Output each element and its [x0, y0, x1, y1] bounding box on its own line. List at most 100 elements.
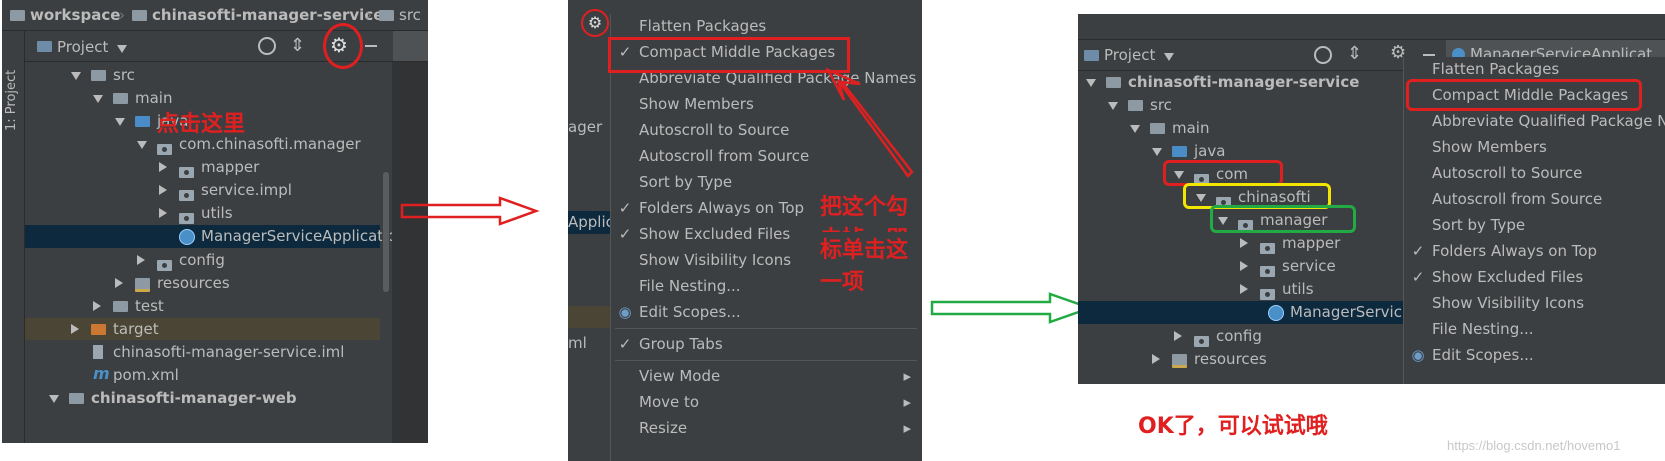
tree-node-resources[interactable]: resources [1078, 348, 1403, 370]
tree-node-src[interactable]: src [1078, 94, 1403, 116]
excluded-folder-icon [91, 324, 106, 335]
tree-node-service-impl[interactable]: service.impl [25, 179, 380, 201]
locate-icon[interactable] [1314, 46, 1332, 64]
middle-ide-screenshot: ager Applic ml ⚙ Flatten Packages ✓ Compa… [568, 0, 922, 461]
expand-icon[interactable] [115, 118, 125, 126]
expand-icon[interactable] [71, 72, 81, 80]
expand-icon[interactable] [93, 95, 103, 103]
tree-node-mapper[interactable]: mapper [1078, 232, 1403, 254]
tree-label: main [1172, 119, 1210, 137]
tree-label: service.impl [201, 181, 292, 199]
menu-item-show-members[interactable]: Show Members [1404, 135, 1665, 160]
expand-icon[interactable] [1152, 148, 1162, 156]
menu-item-abbreviate-qualified[interactable]: Abbreviate Qualified Package Na [1404, 109, 1665, 134]
tree-node-config[interactable]: config [1078, 325, 1403, 347]
chevron-down-icon[interactable] [1164, 53, 1174, 61]
menu-item-label: Show Visibility Icons [1432, 294, 1585, 312]
menu-item-group-tabs[interactable]: ✓ Group Tabs [611, 332, 921, 357]
tree-node-utils[interactable]: utils [25, 202, 380, 224]
tree-node-utils[interactable]: utils [1078, 278, 1403, 300]
collapse-icon[interactable] [159, 162, 167, 172]
expand-icon[interactable] [1108, 102, 1118, 110]
collapse-icon[interactable] [1240, 238, 1248, 248]
tree-node-iml[interactable]: chinasofti-manager-service.iml [25, 341, 380, 363]
breadcrumb-item[interactable]: workspace [30, 6, 120, 24]
menu-item-folders-on-top[interactable]: ✓ Folders Always on Top [1404, 239, 1665, 264]
chevron-down-icon[interactable] [117, 45, 127, 53]
tree-node-service[interactable]: service [1078, 255, 1403, 277]
menu-item-autoscroll-to-source[interactable]: Autoscroll to Source [1404, 161, 1665, 186]
collapse-icon[interactable] [159, 208, 167, 218]
collapse-icon[interactable] [159, 185, 167, 195]
check-icon: ✓ [1411, 268, 1425, 286]
ok-annotation: OK了，可以试试哦 [1138, 414, 1328, 439]
tree-node-application[interactable]: ManagerServic [1078, 301, 1403, 324]
package-icon [157, 144, 172, 155]
tree-node-java[interactable]: java [1078, 140, 1403, 162]
menu-item-label: Autoscroll to Source [1432, 164, 1583, 182]
tree-node-pom[interactable]: m pom.xml [25, 364, 380, 386]
breadcrumb-item[interactable]: chinasofti-manager-service [152, 6, 383, 24]
menu-item-label: File Nesting... [1432, 320, 1534, 338]
collapse-icon[interactable] [137, 255, 145, 265]
menu-item-edit-scopes[interactable]: ◉ Edit Scopes... [611, 300, 921, 325]
folder-icon [113, 93, 128, 104]
menu-item-move-to[interactable]: Move to ▸ [611, 390, 921, 415]
red-pointer-arrow [825, 67, 914, 178]
tree-label: mapper [201, 158, 260, 176]
collapse-icon[interactable] [93, 301, 101, 311]
tree-node-module[interactable]: chinasofti-manager-service [1078, 71, 1403, 93]
expand-icon[interactable] [1086, 79, 1096, 87]
project-view-selector[interactable]: Project [57, 38, 108, 56]
menu-item-label: Autoscroll from Source [639, 147, 810, 165]
menu-item-label: Autoscroll from Source [1432, 190, 1603, 208]
tree-node-test[interactable]: test [25, 295, 380, 317]
menu-item-label: Show Members [1432, 138, 1547, 156]
tree-node-application[interactable]: ManagerServiceApplication [25, 225, 406, 248]
editor-tab[interactable] [393, 31, 428, 61]
tree-scrollbar[interactable] [382, 62, 390, 443]
menu-item-show-visibility-icons[interactable]: Show Visibility Icons [1404, 291, 1665, 316]
menu-item-edit-scopes[interactable]: ◉ Edit Scopes... [1404, 343, 1665, 368]
project-tab-label: 1: Project [4, 69, 19, 131]
minimize-icon[interactable] [1423, 54, 1435, 56]
menu-item-sort-by-type[interactable]: Sort by Type [1404, 213, 1665, 238]
tree-node-web-module[interactable]: chinasofti-manager-web [25, 387, 380, 409]
source-folder-icon [135, 116, 150, 127]
locate-icon[interactable] [258, 37, 276, 55]
tree-node-mapper[interactable]: mapper [25, 156, 380, 178]
breadcrumb-item[interactable]: src [399, 6, 421, 24]
tree-node-target[interactable]: target [25, 318, 380, 340]
package-icon [179, 167, 194, 178]
menu-item-file-nesting[interactable]: File Nesting... [1404, 317, 1665, 342]
project-tool-window-tab[interactable]: 1: Project [2, 31, 25, 443]
collapse-icon[interactable] [1152, 354, 1160, 364]
project-view-selector[interactable]: Project [1104, 46, 1155, 64]
collapse-icon[interactable] [71, 324, 79, 334]
minimize-icon[interactable] [365, 45, 377, 47]
package-icon [1260, 243, 1275, 254]
menu-item-show-excluded[interactable]: ✓ Show Excluded Files [1404, 265, 1665, 290]
collapse-all-icon[interactable]: ⇕ [1347, 43, 1362, 64]
menu-item-label: Edit Scopes... [639, 303, 741, 321]
collapse-icon[interactable] [1240, 284, 1248, 294]
menu-item-autoscroll-from-source[interactable]: Autoscroll from Source [1404, 187, 1665, 212]
menu-item-resize[interactable]: Resize ▸ [611, 416, 921, 441]
collapse-all-icon[interactable]: ⇕ [290, 35, 305, 56]
tree-node-main[interactable]: main [1078, 117, 1403, 139]
collapse-icon[interactable] [1174, 331, 1182, 341]
chevron-right-icon: › [119, 6, 125, 24]
expand-icon[interactable] [1130, 125, 1140, 133]
package-icon [179, 213, 194, 224]
collapse-icon[interactable] [1240, 261, 1248, 271]
expand-icon[interactable] [49, 395, 59, 403]
tree-node-config[interactable]: config [25, 249, 380, 271]
menu-item-flatten-packages[interactable]: Flatten Packages [611, 14, 921, 39]
tree-node-resources[interactable]: resources [25, 272, 380, 294]
gear-icon[interactable]: ⚙ [581, 9, 609, 37]
folder-icon [132, 10, 147, 21]
collapse-icon[interactable] [115, 278, 123, 288]
menu-item-view-mode[interactable]: View Mode ▸ [611, 364, 921, 389]
expand-icon[interactable] [137, 141, 147, 149]
tree-node-src[interactable]: src [25, 64, 380, 86]
